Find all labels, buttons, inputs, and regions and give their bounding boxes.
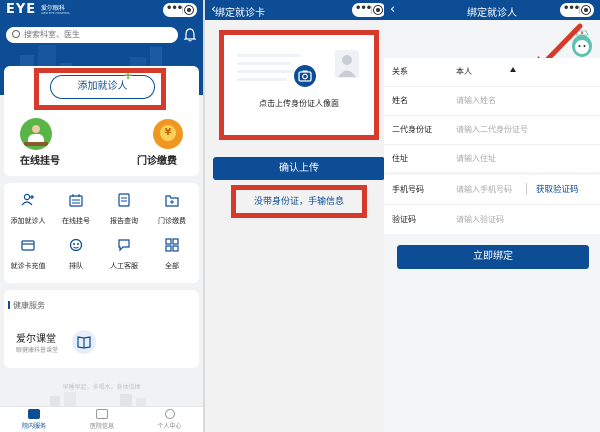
tab-label: 个人中心	[157, 423, 182, 430]
bind-patient-screen: ‹ 绑定就诊人 ••• 关系 本人 姓名 请输入姓名 二代身份证 请输入二代身份…	[384, 0, 600, 432]
tab-in-hospital[interactable]: 院内服务	[0, 409, 68, 430]
grid-item-online-register[interactable]: 在线挂号	[52, 193, 100, 233]
grid-icon	[165, 238, 179, 252]
grid-label: 全部	[165, 262, 179, 270]
calendar-icon	[69, 194, 83, 207]
grid-label: 在线挂号	[62, 217, 90, 225]
online-register-label[interactable]: 在线挂号	[20, 152, 60, 167]
form-row-address[interactable]: 住址 请输入住址	[384, 144, 600, 172]
dropdown-icon[interactable]	[510, 67, 516, 72]
report-icon	[118, 193, 130, 207]
form-row-name[interactable]: 姓名 请输入姓名	[384, 86, 600, 116]
field-label: 姓名	[392, 96, 408, 105]
code-input[interactable]: 请输入验证码	[456, 214, 504, 225]
field-label: 手机号码	[392, 185, 424, 194]
add-user-icon	[21, 193, 34, 206]
field-label: 住址	[392, 154, 408, 163]
field-label: 关系	[392, 67, 408, 76]
health-services-title: 健康服务	[13, 301, 45, 310]
grid-label: 排队	[69, 262, 83, 270]
grid-item-customer-service[interactable]: 人工客服	[100, 238, 148, 278]
chat-icon	[118, 239, 130, 252]
phone-input[interactable]: 请输入手机号码	[456, 184, 512, 195]
section-marker	[8, 301, 10, 309]
home-screen: EYE 爱尔眼科 AIER EYE HOSPITAL ••• 搜索科室、医生 添…	[0, 0, 203, 432]
grid-item-queue[interactable]: 排队	[52, 238, 100, 278]
grid-item-add-patient[interactable]: 添加就诊人	[4, 193, 52, 233]
grid-label: 添加就诊人	[10, 217, 46, 225]
form-row-relation[interactable]: 关系 本人	[384, 58, 600, 87]
building-icon	[96, 409, 108, 419]
health-services-card: 健康服务 爱尔课堂 眼健康科普课堂	[4, 290, 199, 368]
search-bar[interactable]: 搜索科室、医生	[6, 27, 178, 43]
tab-hospital-info[interactable]: 医院信息	[68, 409, 136, 430]
tab-label: 医院信息	[89, 423, 114, 430]
bottom-tab-bar: 院内服务 医院信息 个人中心	[0, 406, 203, 432]
nav-title: 绑定就诊卡	[215, 8, 265, 19]
brand-logo: EYE	[6, 2, 37, 17]
id-card-input[interactable]: 请输入二代身份证号	[456, 124, 528, 135]
more-icon[interactable]: •••	[355, 2, 372, 16]
grid-item-clinic-payment[interactable]: 门诊缴费	[148, 193, 196, 233]
field-label: 验证码	[392, 215, 416, 224]
brand-name-en: AIER EYE HOSPITAL	[41, 11, 70, 15]
course-subtitle: 眼健康科普课堂	[16, 347, 59, 354]
grid-label: 就诊卡充值	[10, 262, 46, 270]
online-register-icon[interactable]	[20, 118, 52, 150]
annotation-box-manual	[231, 185, 367, 218]
close-target-icon[interactable]	[184, 5, 194, 15]
annotation-box-upload	[219, 30, 379, 140]
more-icon[interactable]: •••	[166, 2, 183, 16]
address-input[interactable]: 请输入住址	[456, 153, 496, 164]
field-label: 二代身份证	[392, 125, 432, 134]
form-row-id-card[interactable]: 二代身份证 请输入二代身份证号	[384, 115, 600, 145]
close-target-icon[interactable]	[373, 5, 383, 15]
clinic-payment-label[interactable]: 门诊缴费	[137, 152, 177, 167]
form-group-identity: 关系 本人 姓名 请输入姓名 二代身份证 请输入二代身份证号 住址 请输入住址	[384, 58, 600, 172]
form-row-code[interactable]: 验证码 请输入验证码	[384, 204, 600, 234]
grid-label: 报告查询	[110, 217, 138, 225]
service-grid-card: 添加就诊人 在线挂号 报告查询 门诊缴费 就诊卡充值 排队 人工客服 全部	[4, 183, 199, 283]
grid-item-all[interactable]: 全部	[148, 238, 196, 278]
book-icon[interactable]	[72, 330, 96, 354]
form-group-contact: 手机号码 请输入手机号码 获取验证码 验证码 请输入验证码	[384, 175, 600, 234]
relation-select[interactable]: 本人	[456, 66, 472, 77]
grid-item-card-recharge[interactable]: 就诊卡充值	[4, 238, 52, 278]
folder-plus-icon	[165, 195, 179, 207]
bell-icon[interactable]	[184, 28, 196, 42]
queue-icon	[69, 238, 83, 252]
footer-skyline-decoration	[50, 392, 146, 406]
name-input[interactable]: 请输入姓名	[456, 95, 496, 106]
confirm-upload-button[interactable]: 确认上传	[213, 157, 385, 180]
form-row-phone[interactable]: 手机号码 请输入手机号码 获取验证码	[384, 175, 600, 205]
clinic-payment-icon[interactable]: ¥	[153, 119, 183, 149]
get-code-button[interactable]: 获取验证码	[536, 183, 579, 195]
slogan-text: 早睡早起，多喝水，身体倍棒	[62, 384, 141, 391]
mini-program-capsule[interactable]: •••	[352, 3, 386, 17]
capsule-divider	[182, 6, 183, 14]
bind-card-screen: ‹ 绑定就诊卡 ••• 点击上传身份证人像面 确认上传 没带身份证，手输信息	[205, 0, 392, 432]
grid-label: 人工客服	[110, 262, 138, 270]
mini-program-capsule[interactable]: •••	[163, 3, 197, 17]
home-icon	[28, 409, 40, 419]
grid-item-report-query[interactable]: 报告查询	[100, 193, 148, 233]
nav-bar: ‹ 绑定就诊卡 •••	[205, 0, 392, 20]
user-icon	[164, 409, 175, 419]
card-icon	[21, 240, 35, 251]
search-input[interactable]: 搜索科室、医生	[24, 29, 80, 40]
grid-label: 门诊缴费	[158, 217, 186, 225]
capsule-divider	[371, 6, 372, 14]
annotation-box-add-patient	[34, 68, 166, 110]
bind-now-button[interactable]: 立即绑定	[397, 245, 589, 269]
course-title[interactable]: 爱尔课堂	[16, 330, 56, 345]
search-icon	[12, 30, 20, 38]
divider	[526, 183, 527, 195]
tab-label: 院内服务	[21, 423, 46, 430]
tab-personal[interactable]: 个人中心	[136, 409, 203, 430]
